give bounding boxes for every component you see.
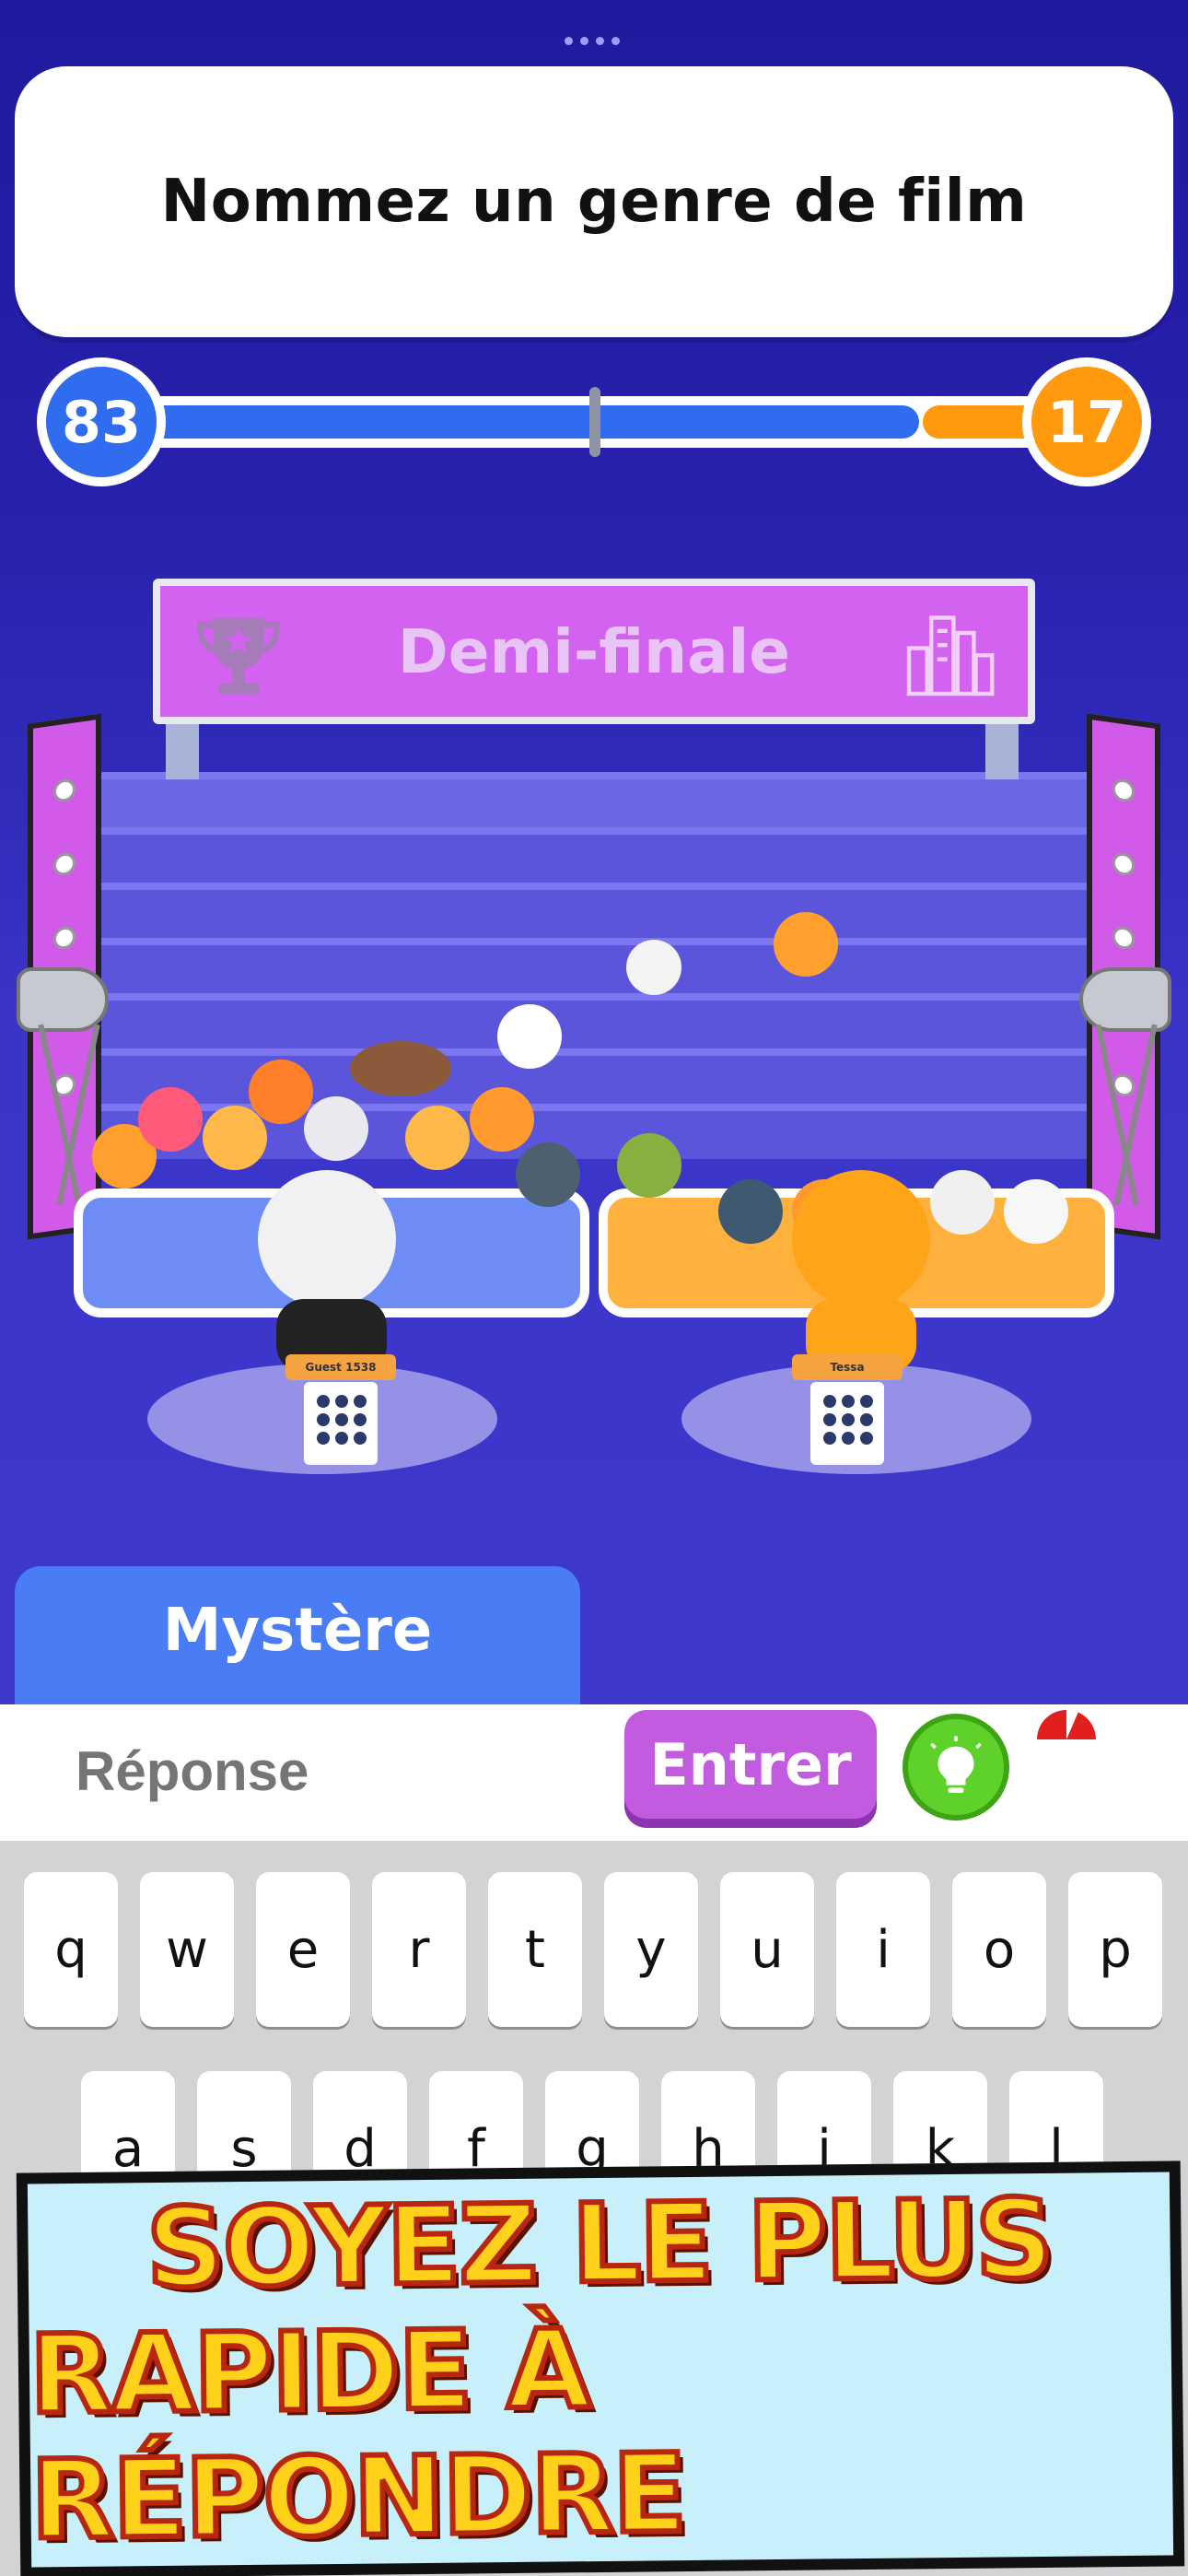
score-bar: 83 17 xyxy=(37,357,1151,486)
banner-leg xyxy=(166,724,199,779)
trophy-icon xyxy=(196,617,281,694)
character xyxy=(138,1087,203,1152)
score-fill-left xyxy=(101,405,920,439)
round-banner: Demi-finale xyxy=(153,579,1035,724)
podium-left xyxy=(304,1382,378,1465)
banner-leg xyxy=(985,724,1019,779)
character-skeleton xyxy=(1004,1179,1068,1244)
character xyxy=(718,1179,783,1244)
key-q[interactable]: q xyxy=(24,1872,118,2027)
character xyxy=(470,1087,534,1152)
character xyxy=(497,1004,562,1069)
character xyxy=(516,1142,580,1207)
enter-button[interactable]: Entrer xyxy=(624,1710,877,1819)
podium-right xyxy=(810,1382,884,1465)
podium-label-left: Guest 1538 xyxy=(285,1354,396,1380)
lightbulb-icon xyxy=(930,1736,982,1793)
character xyxy=(626,940,681,995)
character xyxy=(249,1060,313,1124)
question-text: Nommez un genre de film xyxy=(160,168,1028,236)
question-card: Nommez un genre de film xyxy=(15,66,1173,337)
timer-icon xyxy=(1037,1710,1096,1739)
spotlight-left xyxy=(17,967,109,1032)
banner-title: Demi-finale xyxy=(397,615,791,687)
city-icon xyxy=(906,615,995,697)
player-avatar-right xyxy=(792,1170,930,1308)
promo-line-1: Soyez le plus xyxy=(143,2172,1054,2314)
game-scene: Nommez un genre de film 83 17 Demi-final… xyxy=(0,0,1188,1714)
score-right: 17 xyxy=(1022,357,1151,486)
hint-button[interactable] xyxy=(903,1714,1009,1821)
category-tab: Mystère xyxy=(15,1566,580,1714)
answer-bar: Entrer xyxy=(0,1704,1188,1841)
podium-label-right: Tessa xyxy=(792,1354,903,1380)
key-w[interactable]: w xyxy=(140,1872,234,2027)
answer-input[interactable] xyxy=(76,1739,591,1803)
character xyxy=(774,912,838,977)
promo-banner: Soyez le plus rapide à répondre xyxy=(16,2160,1185,2576)
character xyxy=(405,1106,470,1170)
category-label: Mystère xyxy=(162,1597,433,1665)
sheet-grabber[interactable] xyxy=(565,37,620,45)
score-left: 83 xyxy=(37,357,166,486)
key-y[interactable]: y xyxy=(604,1872,698,2027)
key-p[interactable]: p xyxy=(1068,1872,1162,2027)
promo-line-2: rapide à répondre xyxy=(26,2302,688,2566)
character xyxy=(617,1133,681,1198)
character xyxy=(203,1106,267,1170)
key-r[interactable]: r xyxy=(372,1872,466,2027)
key-t[interactable]: t xyxy=(488,1872,582,2027)
spotlight-right xyxy=(1079,967,1171,1032)
character-hat xyxy=(350,1041,451,1096)
key-u[interactable]: u xyxy=(720,1872,814,2027)
key-o[interactable]: o xyxy=(952,1872,1046,2027)
score-midpoint-marker xyxy=(589,387,600,457)
character xyxy=(304,1096,368,1161)
key-i[interactable]: i xyxy=(836,1872,930,2027)
player-avatar-left xyxy=(258,1170,396,1308)
character xyxy=(930,1170,995,1235)
key-e[interactable]: e xyxy=(256,1872,350,2027)
